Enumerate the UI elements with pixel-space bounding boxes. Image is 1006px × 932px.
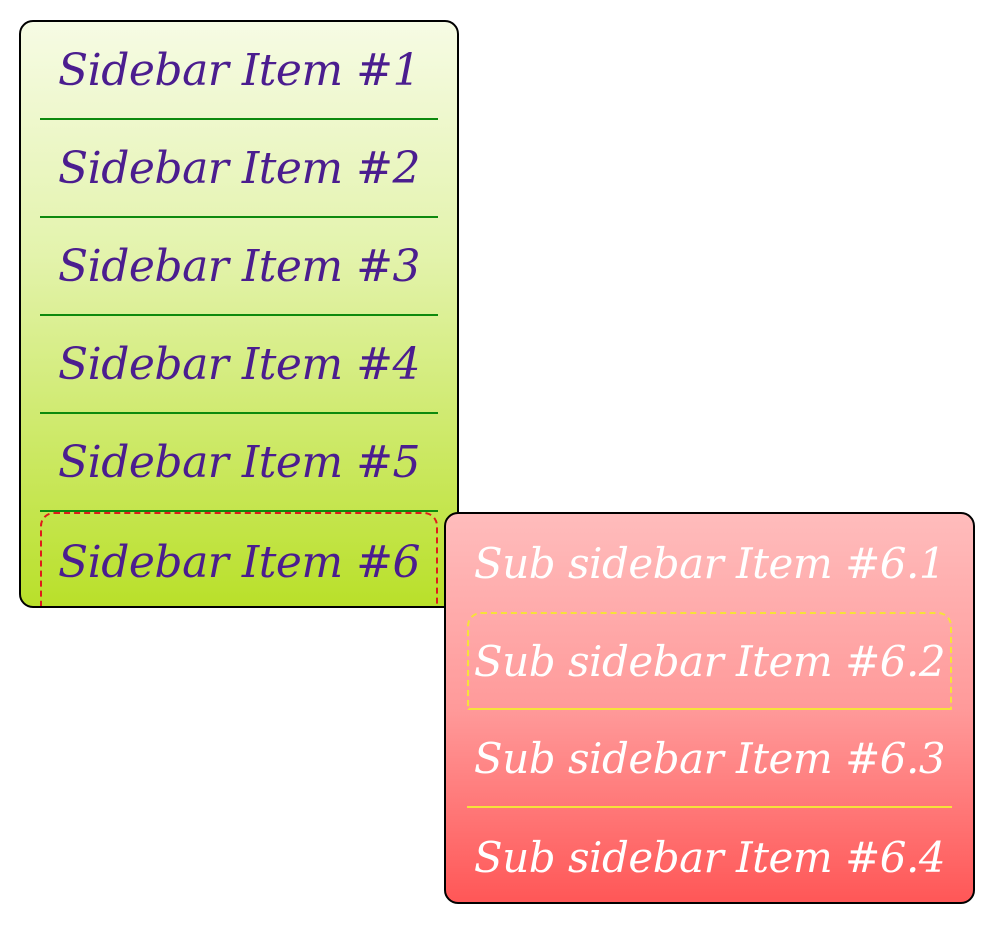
sidebar-item-6[interactable]: Sidebar Item #6 — [40, 512, 438, 606]
sidebar-list: Sidebar Item #1 Sidebar Item #2 Sidebar … — [21, 22, 457, 606]
sidebar-item-label: Sidebar Item #6 — [57, 536, 421, 588]
sidebar-item-2[interactable]: Sidebar Item #2 — [40, 120, 438, 218]
sub-sidebar-menu: Sub sidebar Item #6.1 Sub sidebar Item #… — [444, 512, 975, 904]
sidebar-item-label: Sidebar Item #3 — [57, 240, 421, 292]
sub-sidebar-item-6-3[interactable]: Sub sidebar Item #6.3 — [467, 710, 952, 808]
sub-sidebar-item-label: Sub sidebar Item #6.3 — [473, 733, 946, 783]
sub-sidebar-item-label: Sub sidebar Item #6.1 — [473, 538, 946, 588]
sidebar-item-label: Sidebar Item #2 — [57, 142, 421, 194]
sidebar-item-3[interactable]: Sidebar Item #3 — [40, 218, 438, 316]
sidebar-item-5[interactable]: Sidebar Item #5 — [40, 414, 438, 512]
sidebar-menu: Sidebar Item #1 Sidebar Item #2 Sidebar … — [19, 20, 459, 608]
sidebar-item-label: Sidebar Item #1 — [57, 44, 421, 96]
sidebar-item-4[interactable]: Sidebar Item #4 — [40, 316, 438, 414]
sub-sidebar-item-6-1[interactable]: Sub sidebar Item #6.1 — [467, 514, 952, 612]
sub-sidebar-item-6-4[interactable]: Sub sidebar Item #6.4 — [467, 808, 952, 902]
sub-sidebar-item-label: Sub sidebar Item #6.2 — [473, 636, 946, 686]
sidebar-item-1[interactable]: Sidebar Item #1 — [40, 22, 438, 120]
sub-sidebar-item-6-2[interactable]: Sub sidebar Item #6.2 — [467, 612, 952, 710]
sub-sidebar-list: Sub sidebar Item #6.1 Sub sidebar Item #… — [446, 514, 973, 902]
sub-sidebar-item-label: Sub sidebar Item #6.4 — [473, 832, 946, 882]
sidebar-item-label: Sidebar Item #4 — [57, 338, 421, 390]
sidebar-item-label: Sidebar Item #5 — [57, 436, 421, 488]
